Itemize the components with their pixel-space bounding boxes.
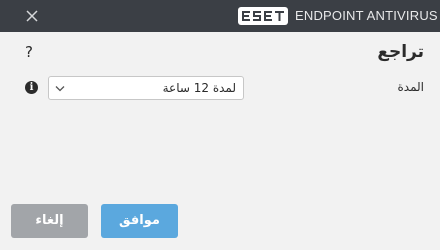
product-name: ENDPOINT ANTIVIRUS	[295, 8, 438, 23]
cancel-button[interactable]: إلغاء	[11, 204, 88, 238]
duration-label: المدة	[397, 80, 424, 94]
ok-button[interactable]: موافق	[101, 204, 178, 238]
title-bar: ENDPOINT ANTIVIRUS	[0, 0, 440, 32]
eset-logo	[238, 7, 288, 25]
chevron-down-icon	[55, 85, 65, 92]
info-icon[interactable]: i	[25, 81, 38, 94]
page-title: تراجع	[377, 42, 424, 62]
help-icon[interactable]: ?	[25, 43, 33, 61]
duration-select[interactable]: لمدة 12 ساعة	[48, 76, 244, 100]
close-icon[interactable]	[22, 6, 42, 26]
duration-selected-value: لمدة 12 ساعة	[162, 81, 236, 95]
